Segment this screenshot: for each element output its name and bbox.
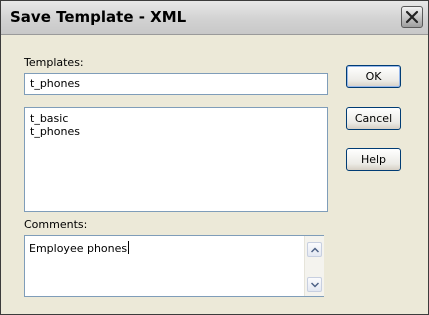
- template-name-value: t_phones: [30, 77, 80, 90]
- cancel-button[interactable]: Cancel: [346, 107, 401, 130]
- close-button[interactable]: [401, 6, 423, 28]
- comments-value: Employee phones: [29, 242, 128, 255]
- templates-label: Templates:: [24, 56, 84, 69]
- chevron-up-icon: [311, 247, 319, 253]
- comments-label: Comments:: [24, 218, 88, 231]
- list-item[interactable]: t_basic: [30, 112, 68, 125]
- list-item[interactable]: t_phones: [30, 125, 80, 138]
- ok-button[interactable]: OK: [346, 65, 401, 88]
- text-caret: [128, 241, 130, 254]
- window-title: Save Template - XML: [10, 8, 187, 26]
- comments-textarea[interactable]: Employee phones: [24, 235, 324, 297]
- chevron-down-icon: [311, 282, 319, 288]
- scroll-up-button[interactable]: [307, 242, 322, 257]
- template-name-input[interactable]: t_phones: [24, 73, 328, 95]
- title-bar[interactable]: Save Template - XML: [1, 1, 428, 35]
- comments-text: Employee phones: [29, 241, 130, 255]
- templates-list[interactable]: t_basic t_phones: [24, 107, 328, 212]
- close-icon: [405, 10, 419, 24]
- scroll-down-button[interactable]: [307, 277, 322, 292]
- help-button[interactable]: Help: [346, 148, 401, 171]
- comments-scrollbar[interactable]: [304, 236, 324, 296]
- save-template-dialog: Save Template - XML Templates: t_phones …: [0, 0, 429, 315]
